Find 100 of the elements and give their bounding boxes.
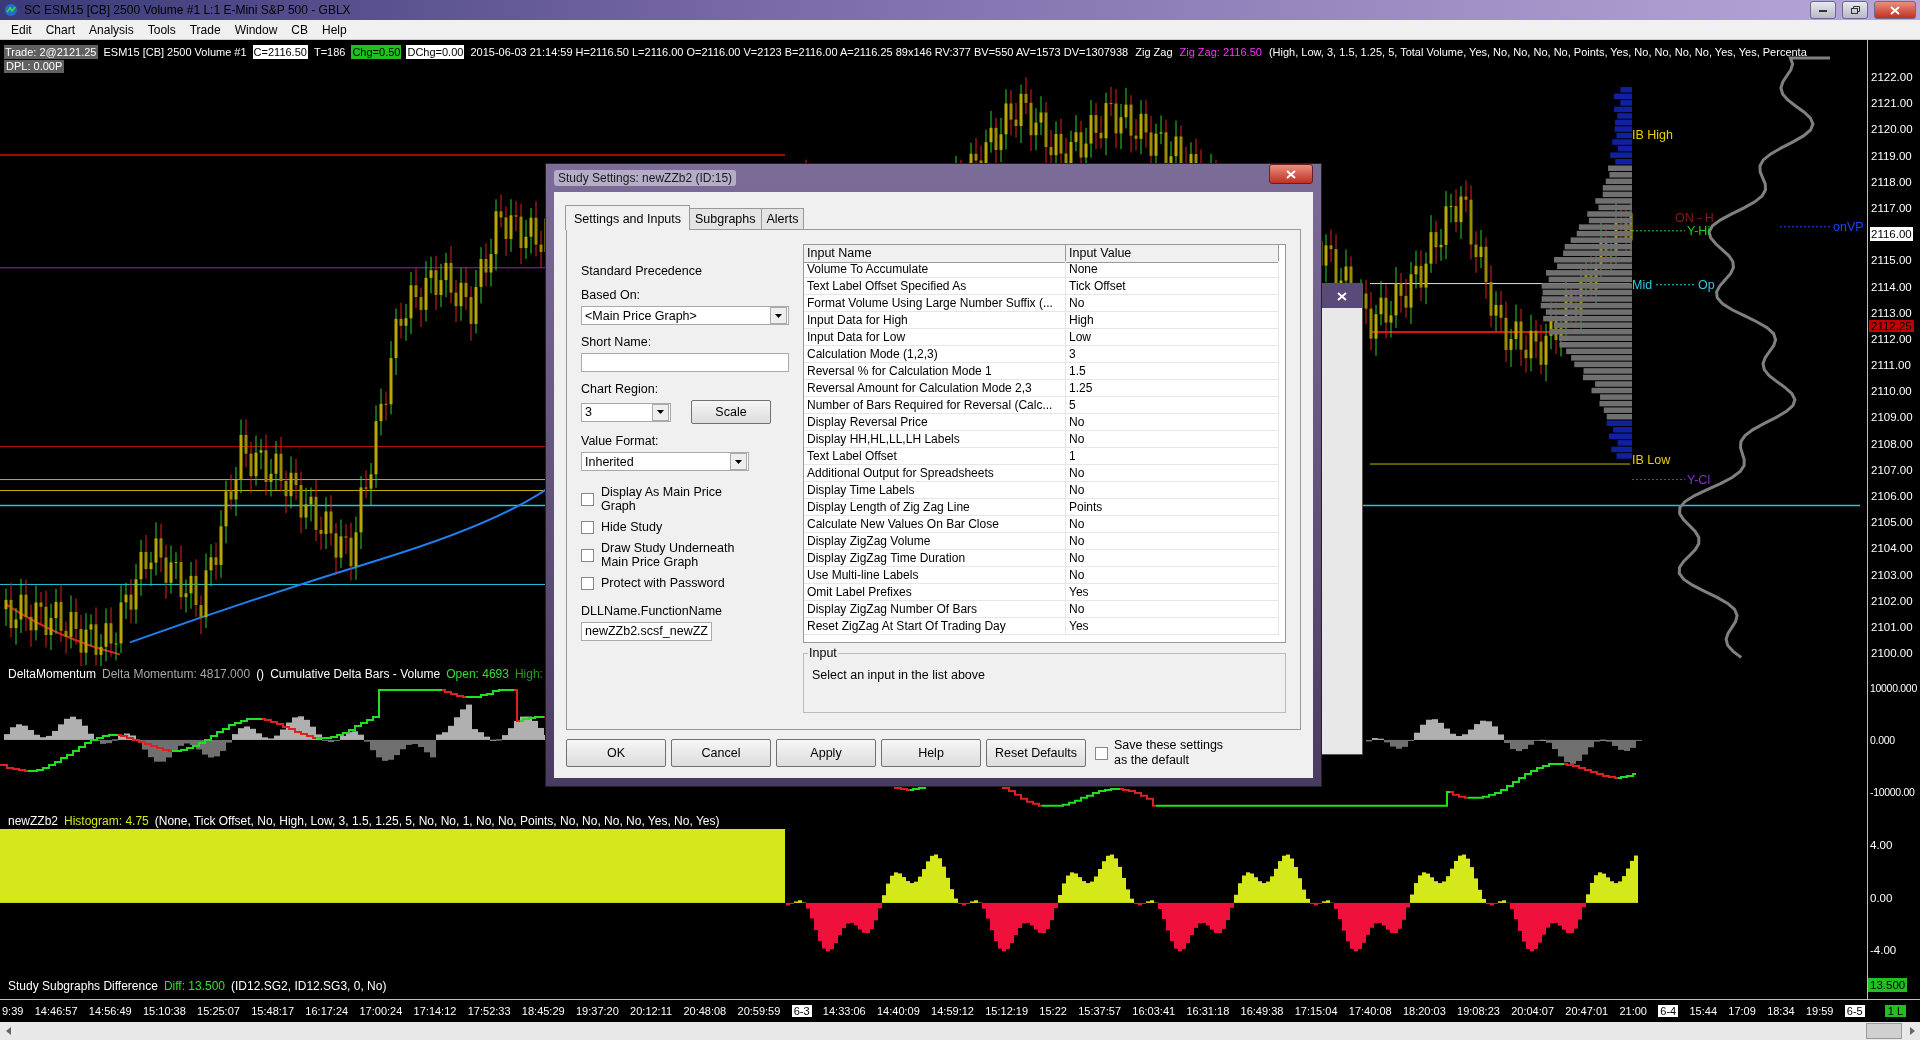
table-cell[interactable]: 3 xyxy=(1066,346,1279,362)
tab[interactable]: Alerts xyxy=(760,208,805,229)
column-header[interactable]: Input Value xyxy=(1066,245,1279,263)
table-cell[interactable]: 5 xyxy=(1066,397,1279,413)
table-cell[interactable]: Input Data for High xyxy=(804,312,1066,328)
scale-button[interactable]: Scale xyxy=(691,400,771,424)
table-cell[interactable]: Calculate New Values On Bar Close xyxy=(804,516,1066,532)
table-cell[interactable]: No xyxy=(1066,516,1279,532)
input-field[interactable]: newZZb2.scsf_newZZ xyxy=(581,622,712,641)
dialog-button[interactable]: Help xyxy=(881,739,981,767)
table-cell[interactable]: Display HH,HL,LL,LH Labels xyxy=(804,431,1066,447)
table-cell[interactable]: Omit Label Prefixes xyxy=(804,584,1066,600)
table-cell[interactable]: Reset ZigZag At Start Of Trading Day xyxy=(804,618,1066,634)
close-button[interactable] xyxy=(1269,164,1313,184)
level-label: Mid xyxy=(1632,278,1653,292)
table-cell[interactable]: Tick Offset xyxy=(1066,278,1279,294)
table-cell[interactable]: Yes xyxy=(1066,584,1279,600)
close-icon[interactable] xyxy=(1890,5,1900,15)
menu-item[interactable]: Help xyxy=(315,22,354,37)
input-field[interactable] xyxy=(581,353,789,372)
right-arrow-icon[interactable] xyxy=(1909,1027,1915,1035)
dropdown[interactable]: 3 xyxy=(581,402,671,422)
table-cell[interactable]: No xyxy=(1066,295,1279,311)
table-cell[interactable]: 1.25 xyxy=(1066,380,1279,396)
menu-item[interactable]: CB xyxy=(284,22,315,37)
table-cell[interactable]: Text Label Offset Specified As xyxy=(804,278,1066,294)
dialog-button[interactable]: Cancel xyxy=(671,739,771,767)
table-cell[interactable]: Additional Output for Spreadsheets xyxy=(804,465,1066,481)
table-cell[interactable]: Volume To Accumulate xyxy=(804,261,1066,277)
tab[interactable]: Subgraphs xyxy=(689,208,762,229)
study-label: () xyxy=(256,666,265,683)
dropdown[interactable]: <Main Price Graph> xyxy=(581,306,789,325)
table-cell[interactable]: None xyxy=(1066,261,1279,277)
menu-item[interactable]: Window xyxy=(227,22,285,37)
table-cell[interactable]: No xyxy=(1066,550,1279,566)
table-cell[interactable]: Reversal Amount for Calculation Mode 2,3 xyxy=(804,380,1066,396)
menu-item[interactable]: Trade xyxy=(182,22,228,37)
column-header[interactable]: Input Name xyxy=(804,245,1066,263)
dropdown[interactable]: Inherited xyxy=(581,452,749,471)
table-cell[interactable]: No xyxy=(1066,533,1279,549)
table-cell[interactable]: Number of Bars Required for Reversal (Calc... xyxy=(804,397,1066,413)
dialog-button[interactable]: Reset Defaults xyxy=(986,739,1086,767)
tab[interactable]: Settings and Inputs xyxy=(565,205,691,230)
menu-item[interactable]: Analysis xyxy=(82,22,141,37)
checkbox[interactable] xyxy=(581,576,594,590)
table-cell[interactable]: Display Length of Zig Zag Line xyxy=(804,499,1066,515)
table-cell[interactable]: Calculation Mode (1,2,3) xyxy=(804,346,1066,362)
checkbox[interactable] xyxy=(581,492,594,506)
chart-info-text: ESM15 [CB] 2500 Volume #1 xyxy=(102,45,248,59)
level-label: Y-Hi xyxy=(1687,224,1711,238)
study-label: Diff: 13.500 xyxy=(163,978,226,995)
table-cell[interactable]: Text Label Offset xyxy=(804,448,1066,464)
table-cell[interactable]: Display ZigZag Number Of Bars xyxy=(804,601,1066,617)
time-label: 16:49:38 xyxy=(1240,1005,1284,1017)
minimize-button[interactable] xyxy=(1810,1,1836,19)
horizontal-scrollbar[interactable] xyxy=(0,1022,1920,1040)
table-cell[interactable]: Input Data for Low xyxy=(804,329,1066,345)
table-cell[interactable]: Display ZigZag Time Duration xyxy=(804,550,1066,566)
chart-info-text: DPL: 0.00P xyxy=(4,60,65,73)
checkbox[interactable] xyxy=(581,520,594,534)
table-cell[interactable]: High xyxy=(1066,312,1279,328)
maximize-button[interactable] xyxy=(1842,1,1868,19)
table-cell[interactable]: No xyxy=(1066,482,1279,498)
time-label: 14:59:12 xyxy=(931,1005,974,1017)
table-cell[interactable]: Use Multi-line Labels xyxy=(804,567,1066,583)
table-cell[interactable]: No xyxy=(1066,431,1279,447)
table-cell[interactable]: Reversal % for Calculation Mode 1 xyxy=(804,363,1066,379)
level-label: IB High xyxy=(1632,128,1673,142)
checkbox[interactable] xyxy=(581,548,594,562)
dialog-button[interactable]: Apply xyxy=(776,739,876,767)
table-cell[interactable]: 1.5 xyxy=(1066,363,1279,379)
table-cell[interactable]: No xyxy=(1066,414,1279,430)
axis-label: 2119.00 xyxy=(1870,148,1913,163)
table-cell[interactable]: No xyxy=(1066,465,1279,481)
table-cell[interactable]: Format Volume Using Large Number Suffix (... xyxy=(804,295,1066,311)
menu-item[interactable]: Tools xyxy=(140,22,183,37)
checkbox-label: Display As Main Price Graph xyxy=(601,485,723,513)
table-cell[interactable]: No xyxy=(1066,601,1279,617)
table-cell[interactable]: Yes xyxy=(1066,618,1279,634)
close-icon[interactable] xyxy=(1337,291,1347,301)
time-label: 9:39 xyxy=(2,1005,24,1017)
table-cell[interactable]: Display Reversal Price xyxy=(804,414,1066,430)
checkbox-label: Draw Study Underneath Main Price Graph xyxy=(601,541,736,569)
close-button[interactable] xyxy=(1874,1,1916,19)
form-label: Standard Precedence xyxy=(581,264,703,278)
menu-item[interactable]: Edit xyxy=(4,22,39,37)
dialog-button[interactable]: OK xyxy=(566,739,666,767)
table-cell[interactable]: 1 xyxy=(1066,448,1279,464)
left-arrow-icon[interactable] xyxy=(5,1027,11,1035)
table-cell[interactable]: No xyxy=(1066,567,1279,583)
checkbox[interactable] xyxy=(1095,746,1108,760)
scrollbar-thumb[interactable] xyxy=(1866,1023,1902,1039)
close-icon[interactable] xyxy=(1286,169,1296,179)
table-cell[interactable]: Points xyxy=(1066,499,1279,515)
table-cell[interactable]: Display ZigZag Volume xyxy=(804,533,1066,549)
table-cell[interactable]: Low xyxy=(1066,329,1279,345)
menu-item[interactable]: Chart xyxy=(38,22,83,37)
axis-label: 2115.00 xyxy=(1870,253,1913,268)
axis-label: 2110.00 xyxy=(1870,384,1913,399)
table-cell[interactable]: Display Time Labels xyxy=(804,482,1066,498)
